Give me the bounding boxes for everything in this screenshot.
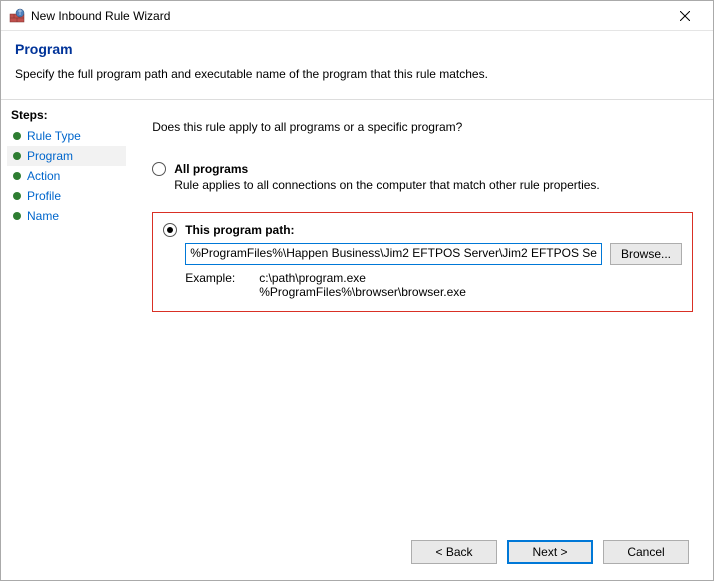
sidebar-item-label: Action: [27, 169, 60, 183]
example-label: Example:: [185, 271, 235, 299]
sidebar-item-label: Name: [27, 209, 59, 223]
example-row: Example: c:\path\program.exe %ProgramFil…: [185, 271, 682, 299]
option-all-programs: All programs Rule applies to all connect…: [152, 162, 693, 192]
back-button[interactable]: < Back: [411, 540, 497, 564]
wizard-body: Steps: Rule Type Program Action Profile …: [1, 100, 713, 580]
radio-this-program-path[interactable]: This program path:: [163, 223, 682, 237]
sidebar-item-profile[interactable]: Profile: [7, 186, 126, 206]
sidebar-item-label: Program: [27, 149, 73, 163]
steps-heading: Steps:: [7, 106, 126, 126]
next-button[interactable]: Next >: [507, 540, 593, 564]
browse-button[interactable]: Browse...: [610, 243, 682, 265]
sidebar-item-label: Profile: [27, 189, 61, 203]
steps-sidebar: Steps: Rule Type Program Action Profile …: [1, 100, 126, 580]
program-path-input[interactable]: %ProgramFiles%\Happen Business\Jim2 EFTP…: [185, 243, 602, 265]
bullet-icon: [13, 212, 21, 220]
page-title: Program: [15, 41, 699, 57]
sidebar-item-name[interactable]: Name: [7, 206, 126, 226]
window-title: New Inbound Rule Wizard: [31, 9, 665, 23]
question-text: Does this rule apply to all programs or …: [152, 120, 693, 134]
close-button[interactable]: [665, 2, 705, 30]
option-this-program-path: This program path: %ProgramFiles%\Happen…: [152, 212, 693, 312]
close-icon: [680, 11, 690, 21]
option-label: All programs: [174, 162, 248, 176]
wizard-window: New Inbound Rule Wizard Program Specify …: [0, 0, 714, 581]
sidebar-item-label: Rule Type: [27, 129, 81, 143]
example-lines: c:\path\program.exe %ProgramFiles%\brows…: [259, 271, 466, 299]
page-subtitle: Specify the full program path and execut…: [15, 67, 699, 81]
cancel-button[interactable]: Cancel: [603, 540, 689, 564]
option-label: This program path:: [185, 223, 294, 237]
radio-all-programs[interactable]: All programs: [152, 162, 693, 176]
option-desc: Rule applies to all connections on the c…: [174, 178, 693, 192]
sidebar-item-program[interactable]: Program: [7, 146, 126, 166]
wizard-footer: < Back Next > Cancel: [152, 530, 693, 570]
sidebar-item-action[interactable]: Action: [7, 166, 126, 186]
wizard-main: Does this rule apply to all programs or …: [126, 100, 713, 580]
titlebar: New Inbound Rule Wizard: [1, 1, 713, 31]
wizard-header: Program Specify the full program path an…: [1, 31, 713, 100]
bullet-icon: [13, 192, 21, 200]
radio-icon: [152, 162, 166, 176]
sidebar-item-rule-type[interactable]: Rule Type: [7, 126, 126, 146]
bullet-icon: [13, 172, 21, 180]
bullet-icon: [13, 132, 21, 140]
bullet-icon: [13, 152, 21, 160]
radio-icon: [163, 223, 177, 237]
firewall-icon: [9, 8, 25, 24]
program-path-row: %ProgramFiles%\Happen Business\Jim2 EFTP…: [185, 243, 682, 265]
